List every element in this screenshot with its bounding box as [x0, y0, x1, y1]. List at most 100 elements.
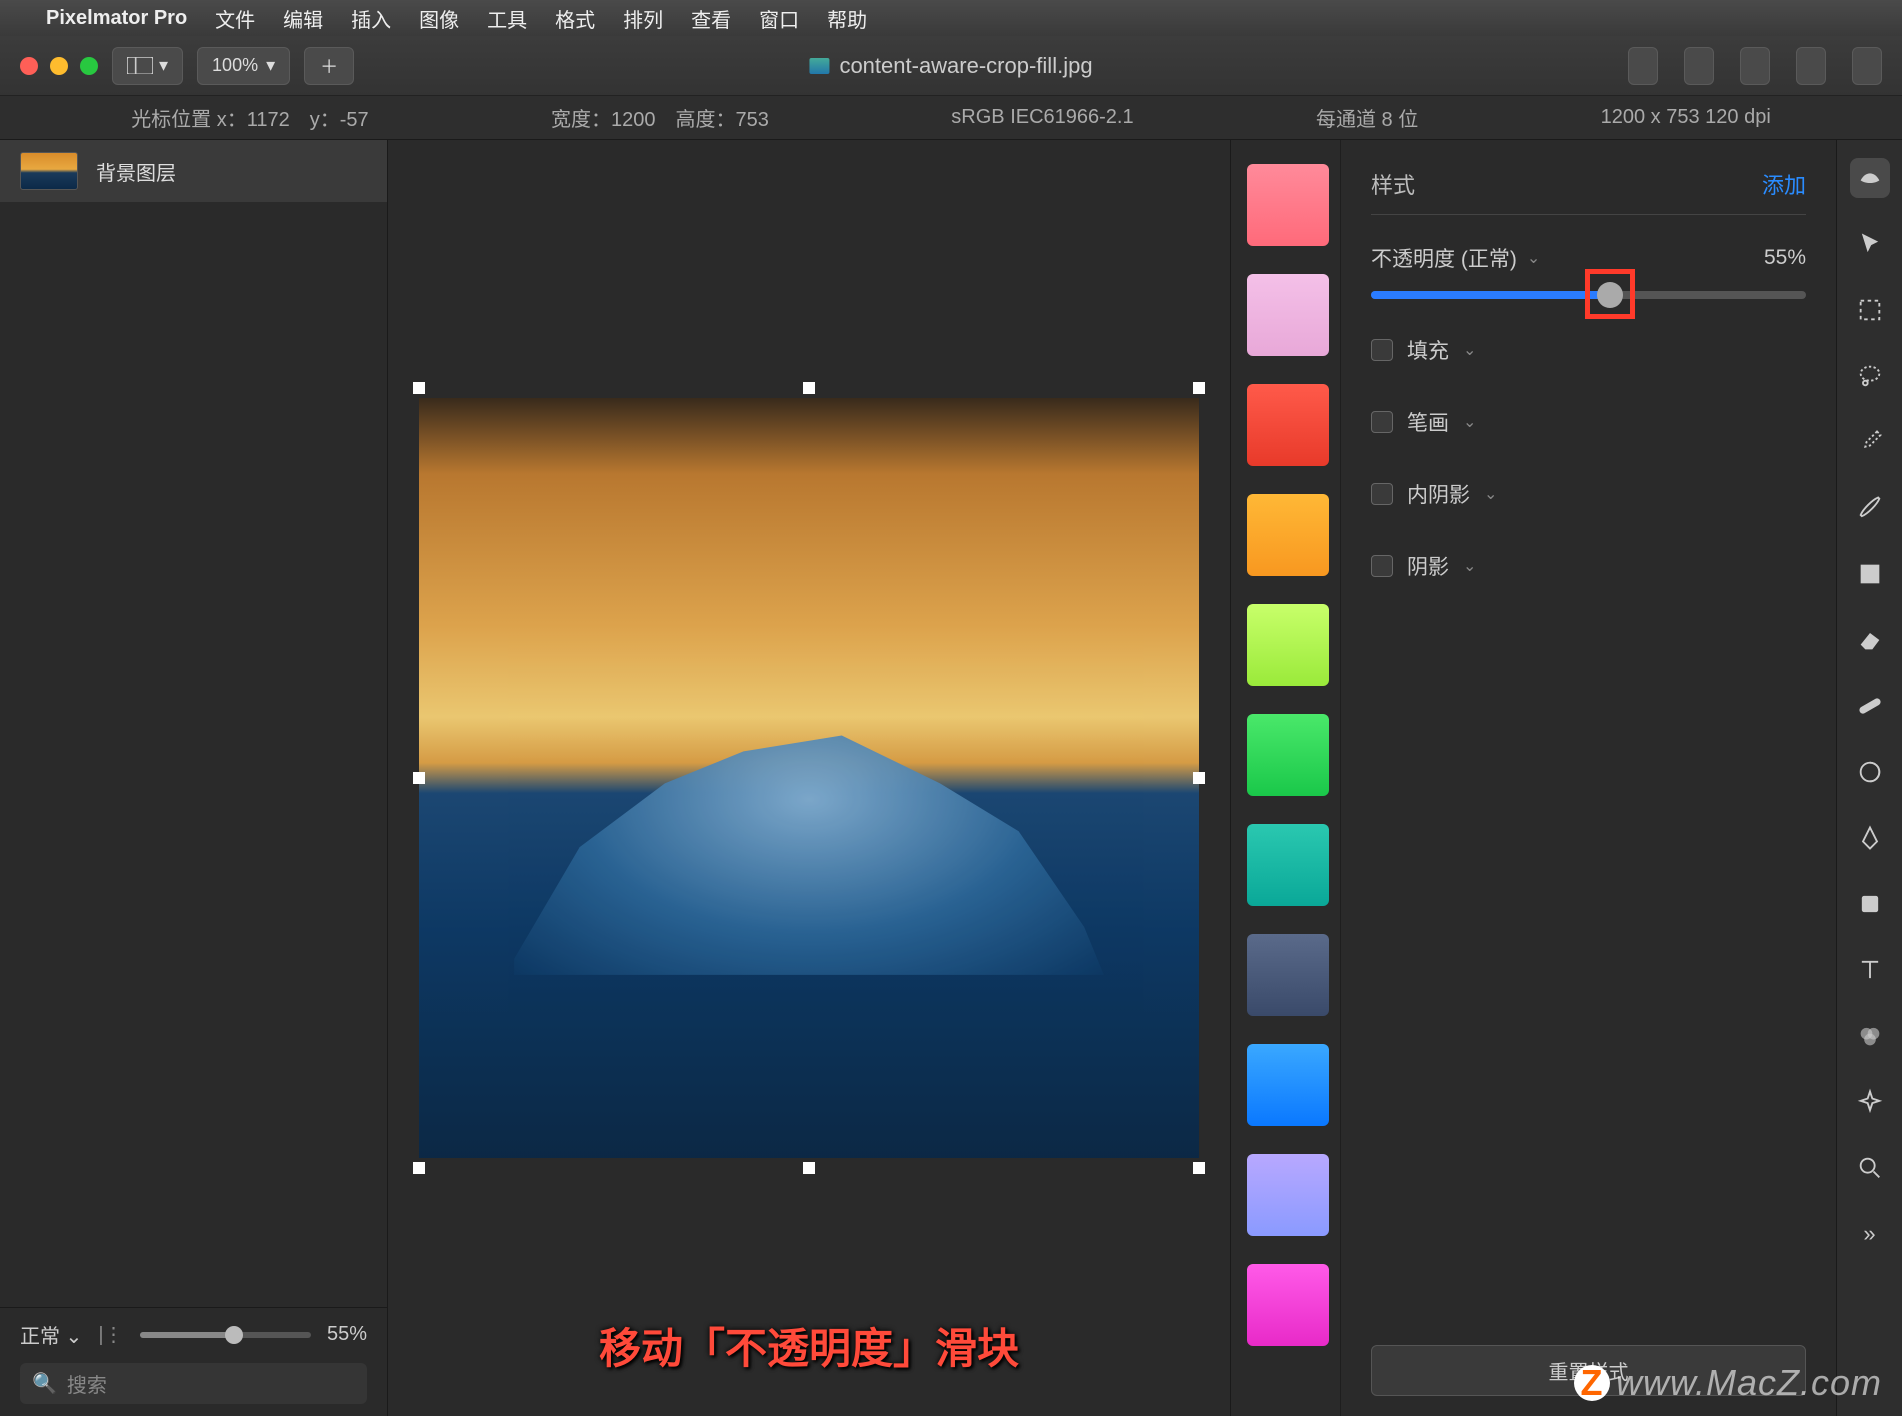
marquee-tool-icon[interactable]: [1850, 290, 1890, 330]
style-preset-swatch[interactable]: [1247, 274, 1329, 356]
resize-handle[interactable]: [413, 772, 425, 784]
highlight-box: [1585, 269, 1635, 319]
shadow-checkbox[interactable]: [1371, 555, 1393, 577]
menu-view[interactable]: 查看: [691, 4, 731, 33]
window-controls: [20, 57, 98, 75]
color-picker-button[interactable]: [1628, 47, 1658, 85]
more-tools-icon[interactable]: »: [1850, 1214, 1890, 1254]
system-menubar: Pixelmator Pro 文件 编辑 插入 图像 工具 格式 排列 查看 窗…: [0, 0, 1902, 36]
lasso-tool-icon[interactable]: [1850, 356, 1890, 396]
pen-tool-icon[interactable]: [1850, 818, 1890, 858]
effects-tool-icon[interactable]: [1850, 1082, 1890, 1122]
search-icon: 🔍: [32, 1371, 57, 1396]
menu-file[interactable]: 文件: [215, 4, 255, 33]
brush-tool-icon[interactable]: [1850, 488, 1890, 528]
menu-window[interactable]: 窗口: [759, 4, 799, 33]
style-preset-swatch[interactable]: [1247, 384, 1329, 466]
zoom-tool-icon[interactable]: [1850, 1148, 1890, 1188]
stroke-checkbox[interactable]: [1371, 411, 1393, 433]
document-title: content-aware-crop-fill.jpg: [809, 53, 1092, 79]
layers-panel: 背景图层 正常 ⌄ |⋮ 55% 🔍 搜索: [0, 140, 388, 1416]
share-button[interactable]: [1796, 47, 1826, 85]
gradient-tool-icon[interactable]: [1850, 554, 1890, 594]
layer-item[interactable]: 背景图层: [0, 140, 387, 202]
search-placeholder: 搜索: [67, 1369, 107, 1398]
bit-depth: 每通道 8 位: [1316, 103, 1418, 132]
app-name[interactable]: Pixelmator Pro: [46, 7, 187, 30]
style-preset-swatch[interactable]: [1247, 824, 1329, 906]
watermark: Zwww.MacZ.com: [1574, 1362, 1882, 1404]
settings-button[interactable]: [1852, 47, 1882, 85]
minimize-button[interactable]: [50, 57, 68, 75]
style-panel: 样式 添加 不透明度 (正常)⌄ 55% 填充⌄ 笔画⌄ 内阴影⌄ 阴影⌄ 重置…: [1341, 140, 1836, 1416]
text-tool-icon[interactable]: [1850, 950, 1890, 990]
opacity-percent: 55%: [1764, 246, 1806, 270]
menu-edit[interactable]: 编辑: [283, 4, 323, 33]
opacity-label[interactable]: 不透明度 (正常): [1371, 243, 1517, 273]
layer-opacity-slider[interactable]: [140, 1332, 311, 1338]
style-preset-swatch[interactable]: [1247, 714, 1329, 796]
dimensions-dpi: 1200 x 753 120 dpi: [1601, 106, 1771, 129]
layer-name: 背景图层: [96, 157, 176, 186]
resize-handle[interactable]: [1193, 382, 1205, 394]
resize-handle[interactable]: [1193, 772, 1205, 784]
close-button[interactable]: [20, 57, 38, 75]
style-preset-swatch[interactable]: [1247, 1044, 1329, 1126]
zoom-dropdown[interactable]: 100%▾: [197, 47, 290, 85]
menu-insert[interactable]: 插入: [351, 4, 391, 33]
export-button[interactable]: [1740, 47, 1770, 85]
document-title-text: content-aware-crop-fill.jpg: [839, 53, 1092, 79]
style-preset-swatch[interactable]: [1247, 604, 1329, 686]
style-preset-swatch[interactable]: [1247, 494, 1329, 576]
add-button[interactable]: ＋: [304, 47, 354, 85]
arrow-tool-icon[interactable]: [1850, 224, 1890, 264]
style-preset-swatch[interactable]: [1247, 1264, 1329, 1346]
document-icon: [809, 58, 829, 74]
shape-tool-icon[interactable]: [1850, 884, 1890, 924]
style-preset-swatch[interactable]: [1247, 934, 1329, 1016]
resize-handle[interactable]: [413, 382, 425, 394]
resize-handle[interactable]: [803, 1162, 815, 1174]
opacity-slider[interactable]: [1371, 291, 1806, 299]
zoom-value: 100%: [212, 55, 258, 76]
resize-handle[interactable]: [803, 382, 815, 394]
crop-button[interactable]: [1684, 47, 1714, 85]
selection-box[interactable]: [419, 388, 1199, 1168]
menu-help[interactable]: 帮助: [827, 4, 867, 33]
warp-tool-icon[interactable]: [1850, 752, 1890, 792]
inner-shadow-label[interactable]: 内阴影: [1407, 479, 1470, 509]
layer-search[interactable]: 🔍 搜索: [20, 1363, 367, 1404]
heal-tool-icon[interactable]: [1850, 686, 1890, 726]
resize-handle[interactable]: [1193, 1162, 1205, 1174]
opacity-link-icon[interactable]: |⋮: [98, 1322, 123, 1347]
maximize-button[interactable]: [80, 57, 98, 75]
menu-format[interactable]: 格式: [555, 4, 595, 33]
style-header: 样式: [1371, 168, 1415, 200]
stroke-label[interactable]: 笔画: [1407, 407, 1449, 437]
canvas[interactable]: 移动「不透明度」滑块: [388, 140, 1230, 1416]
app-toolbar: ▾ 100%▾ ＋ content-aware-crop-fill.jpg: [0, 36, 1902, 96]
style-preset-swatch[interactable]: [1247, 1154, 1329, 1236]
fill-checkbox[interactable]: [1371, 339, 1393, 361]
styles-tool-icon[interactable]: [1850, 158, 1890, 198]
fill-label[interactable]: 填充: [1407, 335, 1449, 365]
menu-arrange[interactable]: 排列: [623, 4, 663, 33]
cursor-position: 光标位置 x：1172 y：-57: [131, 103, 368, 132]
color-adjust-tool-icon[interactable]: [1850, 1016, 1890, 1056]
menu-tools[interactable]: 工具: [487, 4, 527, 33]
add-style-button[interactable]: 添加: [1762, 168, 1806, 200]
resize-handle[interactable]: [413, 1162, 425, 1174]
image-size: 宽度：1200 高度：753: [551, 103, 769, 132]
image-content: [419, 398, 1199, 1158]
inner-shadow-checkbox[interactable]: [1371, 483, 1393, 505]
style-presets: [1231, 140, 1341, 1416]
menu-image[interactable]: 图像: [419, 4, 459, 33]
sidebar-toggle-button[interactable]: ▾: [112, 47, 183, 85]
layer-opacity-value: 55%: [327, 1323, 367, 1346]
eraser-tool-icon[interactable]: [1850, 620, 1890, 660]
layer-thumbnail: [20, 152, 78, 190]
blend-mode-dropdown[interactable]: 正常 ⌄: [20, 1320, 82, 1349]
style-preset-swatch[interactable]: [1247, 164, 1329, 246]
eyedropper-tool-icon[interactable]: [1850, 422, 1890, 462]
shadow-label[interactable]: 阴影: [1407, 551, 1449, 581]
